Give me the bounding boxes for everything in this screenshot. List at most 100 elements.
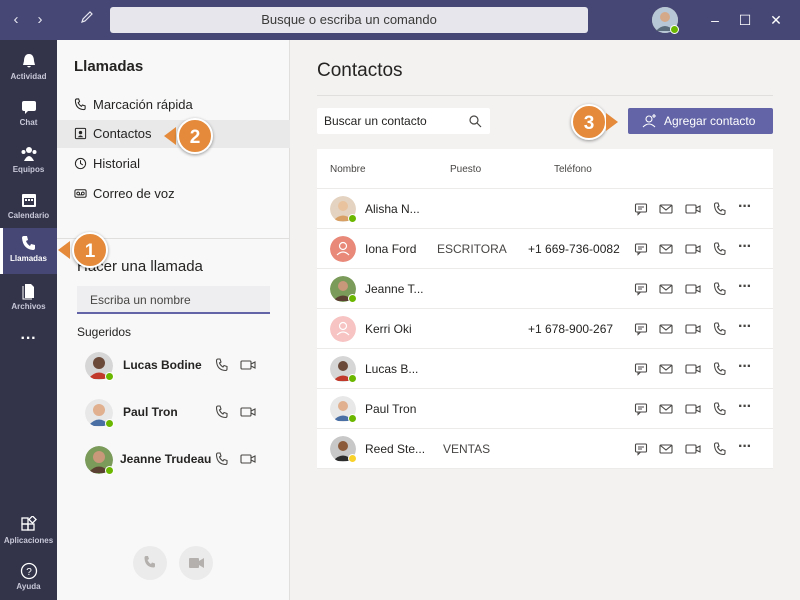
callout-badge-2: 2	[177, 118, 213, 154]
contact-search-input[interactable]: Buscar un contacto	[317, 108, 490, 134]
chat-icon[interactable]	[634, 442, 648, 456]
nav-label: Contactos	[93, 126, 152, 141]
nav-speed-dial[interactable]: Marcación rápida	[57, 91, 290, 119]
phone-icon[interactable]	[713, 202, 727, 216]
presence-available-icon	[105, 372, 114, 381]
more-options-icon[interactable]: ···	[738, 278, 752, 296]
suggested-contact[interactable]: Paul Tron	[85, 399, 290, 431]
contact-card-icon	[74, 127, 87, 140]
chat-icon[interactable]	[634, 282, 648, 296]
video-icon[interactable]	[240, 358, 256, 372]
rail-item-equipos[interactable]: Equipos	[0, 139, 57, 185]
rail-item-aplicaciones[interactable]: Aplicaciones	[0, 510, 57, 556]
more-options-icon[interactable]: ···	[738, 358, 752, 376]
mail-icon[interactable]	[659, 442, 673, 456]
rail-label: Archivos	[11, 302, 46, 311]
table-row[interactable]: Alisha N... ···	[317, 189, 773, 229]
suggested-name: Lucas Bodine	[123, 358, 202, 372]
video-icon[interactable]	[685, 442, 701, 456]
forward-icon[interactable]: ›	[30, 10, 50, 30]
app-rail: Actividad Chat Equipos Calendario Llamad…	[0, 40, 57, 600]
video-icon[interactable]	[685, 242, 701, 256]
table-row[interactable]: Paul Tron ···	[317, 389, 773, 429]
chat-icon[interactable]	[634, 322, 648, 336]
more-options-icon[interactable]: ···	[738, 238, 752, 256]
minimize-icon[interactable]: –	[705, 10, 725, 30]
mail-icon[interactable]	[659, 202, 673, 216]
video-icon[interactable]	[240, 405, 256, 419]
mail-icon[interactable]	[659, 402, 673, 416]
rail-item-llamadas[interactable]: Llamadas	[0, 228, 57, 274]
mail-icon[interactable]	[659, 242, 673, 256]
rail-item-calendario[interactable]: Calendario	[0, 185, 57, 231]
rail-item-ayuda[interactable]: ? Ayuda	[0, 556, 57, 600]
suggested-name: Paul Tron	[123, 405, 178, 419]
contact-name: Alisha N...	[365, 202, 420, 216]
maximize-icon[interactable]: ☐	[735, 10, 755, 30]
column-header-title[interactable]: Puesto	[450, 164, 481, 175]
back-icon[interactable]: ‹	[6, 10, 26, 30]
table-row[interactable]: Iona Ford ESCRITORA +1 669-736-0082 ···	[317, 229, 773, 269]
presence-available-icon	[348, 414, 357, 423]
more-options-icon[interactable]: ···	[738, 398, 752, 416]
callout-arrow	[606, 113, 618, 131]
contact-name: Lucas B...	[365, 362, 419, 376]
column-header-name[interactable]: Nombre	[330, 164, 366, 175]
rail-item-actividad[interactable]: Actividad	[0, 46, 57, 92]
video-icon[interactable]	[685, 362, 701, 376]
add-contact-button[interactable]: Agregar contacto	[628, 108, 773, 134]
phone-icon[interactable]	[215, 405, 229, 419]
mail-icon[interactable]	[659, 362, 673, 376]
table-row[interactable]: Kerri Oki +1 678-900-267 ···	[317, 309, 773, 349]
chat-icon[interactable]	[634, 202, 648, 216]
video-call-button[interactable]	[179, 546, 213, 580]
chat-icon[interactable]	[634, 402, 648, 416]
contact-title: VENTAS	[443, 442, 491, 456]
chat-icon[interactable]	[634, 362, 648, 376]
rail-item-chat[interactable]: Chat	[0, 92, 57, 138]
rail-item-archivos[interactable]: Archivos	[0, 276, 57, 322]
nav-history[interactable]: Historial	[57, 150, 290, 178]
more-options-icon[interactable]: ···	[738, 198, 752, 216]
phone-icon[interactable]	[713, 442, 727, 456]
nav-voicemail[interactable]: Correo de voz	[57, 180, 290, 208]
call-button[interactable]	[133, 546, 167, 580]
table-row[interactable]: Reed Ste... VENTAS ···	[317, 429, 773, 469]
column-header-phone[interactable]: Teléfono	[554, 164, 592, 175]
close-icon[interactable]: ✕	[766, 10, 786, 30]
video-icon[interactable]	[240, 452, 256, 466]
rail-label: Calendario	[7, 211, 50, 220]
phone-icon[interactable]	[713, 282, 727, 296]
profile-avatar[interactable]	[652, 7, 679, 34]
mail-icon[interactable]	[659, 282, 673, 296]
more-options-icon[interactable]: ···	[738, 438, 752, 456]
video-icon[interactable]	[685, 402, 701, 416]
table-row[interactable]: Jeanne T... ···	[317, 269, 773, 309]
chat-icon[interactable]	[634, 242, 648, 256]
video-icon[interactable]	[685, 202, 701, 216]
phone-icon[interactable]	[713, 402, 727, 416]
suggested-contact[interactable]: Lucas Bodine	[85, 352, 290, 384]
phone-icon[interactable]	[215, 358, 229, 372]
phone-icon[interactable]	[713, 322, 727, 336]
rail-label: Aplicaciones	[3, 536, 54, 545]
table-row[interactable]: Lucas B... ···	[317, 349, 773, 389]
callout-badge-3: 3	[571, 104, 607, 140]
command-search-box[interactable]: Busque o escriba un comando	[110, 7, 588, 33]
rail-label: Llamadas	[10, 254, 47, 263]
contacts-table: Nombre Puesto Teléfono Alisha N... ··· Ion…	[317, 149, 773, 469]
phone-icon[interactable]	[713, 362, 727, 376]
file-icon	[22, 284, 34, 300]
compose-icon[interactable]	[77, 10, 97, 30]
more-apps-icon[interactable]: ···	[0, 330, 57, 356]
contact-title: ESCRITORA	[437, 242, 507, 256]
suggested-contact[interactable]: Jeanne Trudeau	[85, 446, 290, 478]
mail-icon[interactable]	[659, 322, 673, 336]
video-icon[interactable]	[685, 322, 701, 336]
name-input[interactable]: Escriba un nombre	[77, 286, 270, 314]
phone-icon[interactable]	[215, 452, 229, 466]
phone-icon[interactable]	[713, 242, 727, 256]
video-icon[interactable]	[685, 282, 701, 296]
more-options-icon[interactable]: ···	[738, 318, 752, 336]
contact-name: Jeanne T...	[365, 282, 424, 296]
